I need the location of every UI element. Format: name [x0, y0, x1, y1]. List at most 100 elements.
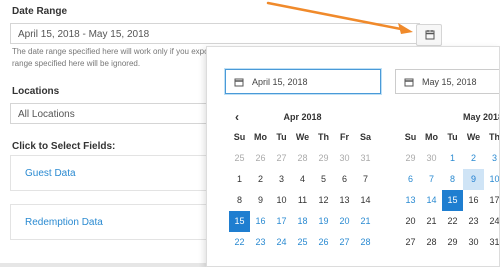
calendar-icon — [425, 30, 435, 40]
day-cell-in-range[interactable]: 1 — [442, 148, 463, 169]
day-cell-in-range[interactable]: 2 — [463, 148, 484, 169]
day-cell[interactable]: 27 — [271, 148, 292, 169]
day-cell[interactable]: 4 — [292, 169, 313, 190]
day-cell[interactable]: 31 — [355, 148, 376, 169]
calendar-icon — [404, 78, 414, 87]
start-date-input[interactable]: April 15, 2018 — [225, 69, 381, 94]
day-cell[interactable]: 30 — [421, 148, 442, 169]
weekday: Su — [233, 132, 246, 142]
date-range-label: Date Range — [12, 6, 68, 17]
end-date-input[interactable]: May 15, 2018 — [395, 69, 499, 94]
day-cell[interactable]: 27 — [400, 232, 421, 253]
day-cell-in-range[interactable]: 10 — [484, 169, 499, 190]
calendar-right-grid: Su Mo Tu We Th 29 30 1 2 3 6 7 8 9 10 13… — [400, 127, 500, 253]
fields-label: Click to Select Fields: — [12, 141, 116, 152]
day-cell-in-range[interactable]: 7 — [421, 169, 442, 190]
day-cell-in-range[interactable]: 23 — [250, 232, 271, 253]
calendar-right-header: May 2018 — [400, 107, 500, 127]
day-cell-in-range[interactable]: 17 — [271, 211, 292, 232]
month-title-right: May 2018 — [462, 112, 500, 122]
day-cell[interactable]: 30 — [463, 232, 484, 253]
calendar-right: May 2018 Su Mo Tu We Th 29 30 1 2 3 6 7 … — [400, 107, 500, 253]
day-cell-in-range[interactable]: 21 — [355, 211, 376, 232]
weekday: Fr — [340, 132, 349, 142]
day-cell[interactable]: 24 — [484, 211, 499, 232]
day-cell-in-range[interactable]: 27 — [334, 232, 355, 253]
day-cell[interactable]: 25 — [229, 148, 250, 169]
guest-data-card[interactable]: Guest Data — [10, 155, 210, 191]
redemption-data-card[interactable]: Redemption Data — [10, 204, 210, 240]
day-cell[interactable]: 16 — [463, 190, 484, 211]
day-cell-in-range[interactable]: 22 — [229, 232, 250, 253]
day-cell[interactable]: 6 — [334, 169, 355, 190]
weekday: Tu — [447, 132, 458, 142]
day-cell[interactable]: 28 — [292, 148, 313, 169]
weekday: Sa — [359, 132, 371, 142]
day-cell[interactable]: 1 — [229, 169, 250, 190]
day-cell[interactable]: 23 — [463, 211, 484, 232]
locations-select[interactable]: All Locations — [10, 103, 210, 124]
weekday: Mo — [254, 132, 267, 142]
day-cell-selected-start[interactable]: 15 — [229, 211, 250, 232]
end-date-value: May 15, 2018 — [422, 77, 477, 87]
day-cell[interactable]: 31 — [484, 232, 499, 253]
day-cell[interactable]: 17 — [484, 190, 499, 211]
calendar-left-header: ‹ Apr 2018 — [229, 107, 376, 127]
day-cell[interactable]: 21 — [421, 211, 442, 232]
day-cell[interactable]: 11 — [292, 190, 313, 211]
day-cell-in-range[interactable]: 19 — [313, 211, 334, 232]
day-cell[interactable]: 14 — [355, 190, 376, 211]
day-cell[interactable]: 13 — [334, 190, 355, 211]
month-title-left: Apr 2018 — [283, 112, 322, 122]
day-cell[interactable]: 26 — [250, 148, 271, 169]
redemption-data-link: Redemption Data — [25, 217, 103, 228]
day-cell[interactable]: 29 — [313, 148, 334, 169]
day-cell[interactable]: 2 — [250, 169, 271, 190]
day-cell-in-range[interactable]: 14 — [421, 190, 442, 211]
day-cell[interactable]: 29 — [442, 232, 463, 253]
day-cell-in-range[interactable]: 18 — [292, 211, 313, 232]
day-cell-in-range[interactable]: 24 — [271, 232, 292, 253]
weekday: Th — [489, 132, 500, 142]
day-cell[interactable]: 22 — [442, 211, 463, 232]
day-cell-in-range[interactable]: 16 — [250, 211, 271, 232]
guest-data-link: Guest Data — [25, 168, 76, 179]
weekday: Mo — [425, 132, 438, 142]
day-cell[interactable]: 8 — [229, 190, 250, 211]
start-date-value: April 15, 2018 — [252, 77, 308, 87]
day-cell[interactable]: 29 — [400, 148, 421, 169]
day-cell-in-range[interactable]: 9 — [463, 169, 484, 190]
calendar-left-grid: Su Mo Tu We Th Fr Sa 25 26 27 28 29 30 3… — [229, 127, 376, 253]
weekday: We — [295, 132, 310, 142]
weekday: We — [466, 132, 481, 142]
calendar-button[interactable] — [416, 24, 442, 46]
locations-label: Locations — [12, 86, 60, 97]
day-cell-in-range[interactable]: 28 — [355, 232, 376, 253]
chevron-left-icon[interactable]: ‹ — [235, 107, 239, 127]
day-cell[interactable]: 3 — [271, 169, 292, 190]
weekday: Th — [318, 132, 329, 142]
day-cell[interactable]: 30 — [334, 148, 355, 169]
day-cell-in-range[interactable]: 6 — [400, 169, 421, 190]
date-range-picker: April 15, 2018 May 15, 2018 ‹ Apr 2018 S… — [206, 46, 500, 267]
day-cell-in-range[interactable]: 3 — [484, 148, 499, 169]
calendar-left: ‹ Apr 2018 Su Mo Tu We Th Fr Sa 25 26 27… — [229, 107, 376, 253]
day-cell-in-range[interactable]: 13 — [400, 190, 421, 211]
day-cell-in-range[interactable]: 20 — [334, 211, 355, 232]
day-cell-in-range[interactable]: 8 — [442, 169, 463, 190]
date-range-input[interactable]: April 15, 2018 - May 15, 2018 — [10, 23, 420, 44]
day-cell[interactable]: 10 — [271, 190, 292, 211]
day-cell-in-range[interactable]: 26 — [313, 232, 334, 253]
date-range-help-text: The date range specified here will work … — [12, 47, 209, 68]
day-cell-in-range[interactable]: 25 — [292, 232, 313, 253]
day-cell-selected-end[interactable]: 15 — [442, 190, 463, 211]
weekday: Tu — [276, 132, 287, 142]
weekday: Su — [404, 132, 417, 142]
day-cell[interactable]: 7 — [355, 169, 376, 190]
calendar-icon — [234, 78, 244, 87]
day-cell[interactable]: 9 — [250, 190, 271, 211]
day-cell[interactable]: 5 — [313, 169, 334, 190]
day-cell[interactable]: 12 — [313, 190, 334, 211]
day-cell[interactable]: 28 — [421, 232, 442, 253]
day-cell[interactable]: 20 — [400, 211, 421, 232]
